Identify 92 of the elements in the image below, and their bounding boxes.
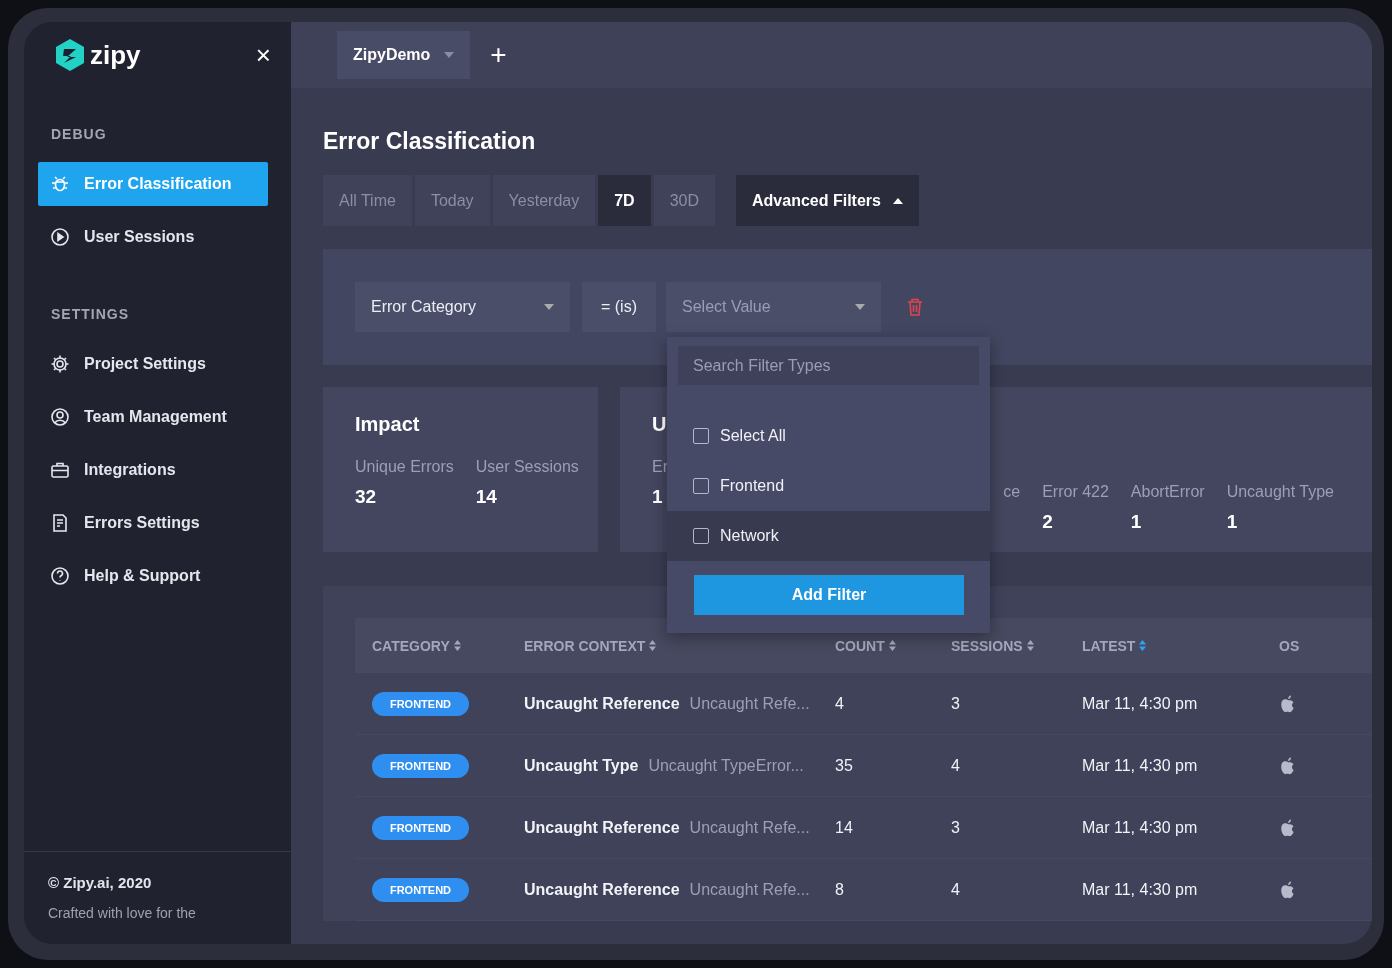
- category-badge: FRONTEND: [372, 753, 469, 778]
- checkbox[interactable]: [693, 478, 709, 494]
- copyright-text: © Zipy.ai, 2020: [48, 874, 153, 891]
- table-cell: Mar 11, 4:30 pm: [1082, 880, 1198, 899]
- play-icon: [50, 227, 70, 247]
- sidebar-item[interactable]: Errors Settings: [38, 501, 268, 545]
- option-label: Select All: [720, 427, 786, 445]
- stat-value: 1: [1226, 511, 1239, 533]
- table-cell: Mar 11, 4:30 pm: [1082, 818, 1198, 837]
- table-cell: 4: [951, 880, 960, 899]
- category-badge: FRONTEND: [372, 815, 469, 840]
- sidebar-item[interactable]: Integrations: [38, 448, 268, 492]
- sidebar-item[interactable]: User Sessions: [38, 215, 268, 259]
- project-selector[interactable]: ZipyDemo: [337, 31, 471, 79]
- error-name: Uncaught Reference: [524, 694, 680, 713]
- table-cell: 3: [951, 818, 960, 837]
- error-name: Uncaught Type: [524, 756, 639, 775]
- sort-icon[interactable]: [888, 640, 896, 651]
- briefcase-icon: [50, 460, 70, 480]
- filter-option[interactable]: Frontend: [667, 461, 990, 511]
- filter-option[interactable]: Select All: [667, 411, 990, 461]
- error-name: Uncaught Reference: [524, 818, 680, 837]
- caret-icon: [444, 52, 455, 58]
- add-project-button[interactable]: +: [484, 39, 513, 71]
- document-icon: [50, 513, 70, 533]
- table-cell: 4: [951, 756, 960, 775]
- column-header: OS: [1279, 637, 1300, 654]
- sort-icon[interactable]: [1139, 640, 1147, 651]
- column-header[interactable]: ERROR CONTEXT: [524, 637, 646, 654]
- caret-icon: [855, 304, 865, 310]
- stat-value: 14: [475, 486, 498, 508]
- table-cell: 35: [835, 756, 853, 775]
- table-cell: Mar 11, 4:30 pm: [1082, 756, 1198, 775]
- filter-option[interactable]: Network: [667, 511, 990, 561]
- date-range-tab[interactable]: 7D: [598, 175, 651, 226]
- option-label: Frontend: [720, 477, 785, 495]
- error-name: Uncaught Reference: [524, 880, 680, 899]
- section-heading: DEBUG: [50, 125, 108, 144]
- sort-icon[interactable]: [1026, 640, 1034, 651]
- search-field[interactable]: Search Filter Types: [678, 346, 979, 385]
- stat-label: Error 422: [1042, 483, 1109, 501]
- sidebar-item[interactable]: Team Management: [38, 395, 268, 439]
- stat-value: 2: [1042, 511, 1054, 533]
- card-title: U: [652, 413, 668, 436]
- user-icon: [50, 407, 70, 427]
- stat-label: Uncaught Type: [1226, 483, 1334, 501]
- sidebar-item[interactable]: Project Settings: [38, 342, 268, 386]
- checkbox[interactable]: [693, 528, 709, 544]
- stat-value: 1: [1130, 511, 1143, 533]
- section-heading: SETTINGS: [50, 305, 130, 324]
- column-header[interactable]: SESSIONS: [951, 637, 1023, 654]
- stat-value: 1: [652, 486, 664, 508]
- column-header[interactable]: COUNT: [835, 637, 885, 654]
- stat-value: 32: [355, 486, 378, 508]
- error-context: Uncaught Refe...: [689, 818, 810, 837]
- stat-label: ce: [1003, 483, 1021, 501]
- stat-label: AbortError: [1130, 483, 1205, 501]
- stat-label: User Sessions: [475, 458, 579, 476]
- sort-icon[interactable]: [453, 640, 461, 651]
- sidebar-item[interactable]: Help & Support: [38, 554, 268, 598]
- operator-select[interactable]: = (is): [582, 282, 656, 332]
- table-cell: 14: [835, 818, 853, 837]
- page-title: Error Classification: [323, 128, 537, 155]
- stat-label: Er: [652, 458, 668, 476]
- category-badge: FRONTEND: [372, 877, 469, 902]
- error-context: Uncaught Refe...: [689, 694, 810, 713]
- option-label: Network: [720, 527, 779, 545]
- column-header[interactable]: LATEST: [1082, 637, 1136, 654]
- caret-icon: [544, 304, 554, 310]
- caret-icon: [892, 197, 903, 204]
- sort-icon[interactable]: [649, 640, 657, 651]
- bug-icon: [50, 174, 70, 194]
- field-select[interactable]: Error Category: [355, 282, 570, 332]
- table-cell: 3: [951, 694, 960, 713]
- close-button[interactable]: ×: [255, 42, 271, 68]
- category-badge: FRONTEND: [372, 691, 469, 716]
- error-context: Uncaught TypeError...: [648, 756, 804, 775]
- table-cell: Mar 11, 4:30 pm: [1082, 694, 1198, 713]
- table-cell: 8: [835, 880, 844, 899]
- advanced-filters-button[interactable]: Advanced Filters: [736, 175, 919, 226]
- stat-label: Unique Errors: [355, 458, 454, 476]
- card-title: Impact: [355, 413, 421, 436]
- logo-icon: [54, 38, 86, 72]
- error-context: Uncaught Refe...: [689, 880, 810, 899]
- checkbox[interactable]: [693, 428, 709, 444]
- settings-icon: [50, 354, 70, 374]
- delete-icon[interactable]: [907, 298, 923, 316]
- column-header[interactable]: CATEGORY: [372, 637, 450, 654]
- tagline-text: Crafted with love for the: [48, 905, 197, 921]
- table-cell: 4: [835, 694, 844, 713]
- help-icon: [50, 566, 70, 586]
- logo-text: zipy: [90, 39, 141, 71]
